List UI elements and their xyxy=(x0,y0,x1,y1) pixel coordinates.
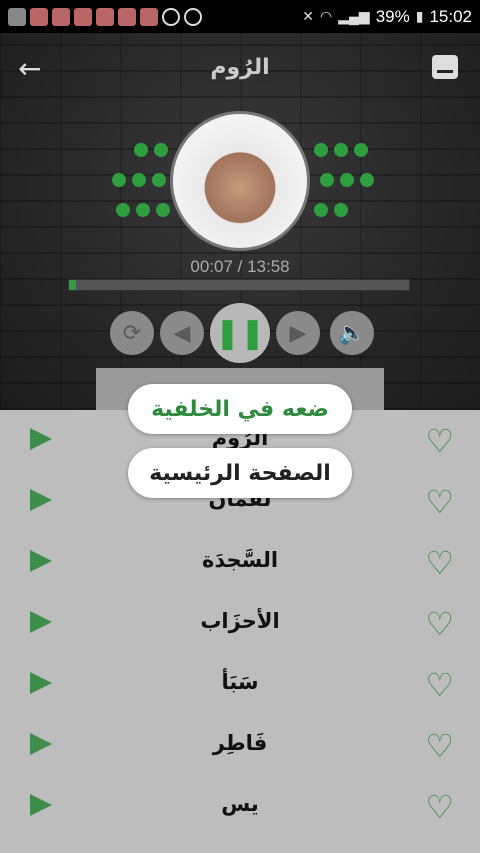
chrome-icon xyxy=(184,7,202,26)
list-item[interactable]: السَّجدَة ♡ xyxy=(0,532,480,593)
list-item[interactable]: سَبَأ ♡ xyxy=(0,654,480,715)
previous-icon[interactable]: ◀ xyxy=(160,311,204,355)
app-notification-icon xyxy=(118,7,136,26)
sura-name: الأحزَاب xyxy=(200,609,280,633)
image-icon xyxy=(8,7,26,26)
heart-icon[interactable]: ♡ xyxy=(425,425,454,457)
clock: 15:02 xyxy=(429,6,472,26)
sura-name: فَاطِر xyxy=(212,731,268,755)
notification-icons xyxy=(8,7,202,26)
heart-icon[interactable]: ♡ xyxy=(425,608,454,640)
volume-icon[interactable]: 🔈 xyxy=(330,311,374,355)
heart-icon[interactable]: ♡ xyxy=(425,547,454,579)
pause-icon[interactable]: ❚❚ xyxy=(210,303,270,363)
equalizer-left-top xyxy=(134,143,168,157)
background-play-button[interactable]: ضعه في الخلفية xyxy=(128,384,352,434)
heart-icon[interactable]: ♡ xyxy=(425,791,454,823)
equalizer-left-bottom xyxy=(116,203,170,217)
avatar-notification-icon xyxy=(30,7,48,26)
sura-name: السَّجدَة xyxy=(201,548,279,572)
home-button[interactable]: الصفحة الرئيسية xyxy=(128,448,352,498)
reciter-avatar xyxy=(170,111,310,251)
equalizer-right-top xyxy=(314,143,368,157)
sura-name: سَبَأ xyxy=(221,670,259,694)
sura-name: يس xyxy=(221,792,259,816)
app-notification-icon xyxy=(96,7,114,26)
heart-icon[interactable]: ♡ xyxy=(425,669,454,701)
heart-icon[interactable]: ♡ xyxy=(425,486,454,518)
next-icon[interactable]: ▶ xyxy=(276,311,320,355)
page-title: الرُوم xyxy=(210,55,270,80)
app-notification-icon xyxy=(74,7,92,26)
battery-icon: ▮ xyxy=(415,8,424,24)
player-panel: ← الرُوم 00:07 / 13:58 ⟳ ◀ ❚❚ ▶ 🔈 xyxy=(0,33,480,410)
equalizer-right-bottom xyxy=(314,203,348,217)
app-notification-icon xyxy=(140,7,158,26)
signal-icon: ▂▄▆ xyxy=(338,8,370,24)
app-bar: ← الرُوم xyxy=(0,33,480,105)
battery-level: 39% xyxy=(375,6,410,26)
heart-icon[interactable]: ♡ xyxy=(425,730,454,762)
mute-icon: ✕ xyxy=(302,8,315,24)
seek-bar[interactable] xyxy=(68,279,410,291)
list-item[interactable]: يس ♡ xyxy=(0,776,480,837)
seek-bar-fill xyxy=(69,280,76,290)
minimize-icon[interactable] xyxy=(432,55,458,79)
app-notification-icon xyxy=(52,7,70,26)
equalizer-left-mid xyxy=(112,173,166,187)
list-item[interactable]: الأحزَاب ♡ xyxy=(0,593,480,654)
status-bar: ✕ ◠ ▂▄▆ 39% ▮ 15:02 xyxy=(0,0,480,33)
wifi-icon: ◠ xyxy=(320,8,333,24)
sync-icon xyxy=(162,7,180,26)
repeat-icon[interactable]: ⟳ xyxy=(110,311,154,355)
playback-time: 00:07 / 13:58 xyxy=(190,257,290,276)
equalizer-right-mid xyxy=(320,173,374,187)
list-item[interactable]: فَاطِر ♡ xyxy=(0,715,480,776)
playback-controls: ⟳ ◀ ❚❚ ▶ 🔈 xyxy=(0,301,480,363)
